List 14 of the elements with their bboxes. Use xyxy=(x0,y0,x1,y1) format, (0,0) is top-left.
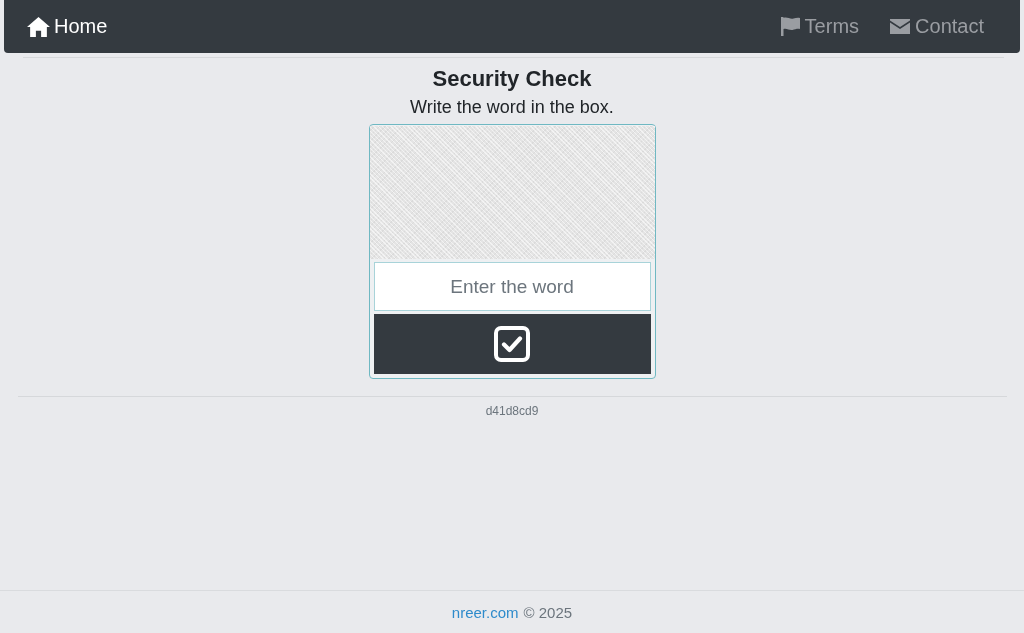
site-link[interactable]: nreer.com xyxy=(451,603,519,621)
nav-link[interactable]: Terms xyxy=(780,15,860,38)
page-title: Security Check xyxy=(432,66,592,92)
instruction-text: Write the word in the box. xyxy=(410,96,614,118)
submit-button[interactable] xyxy=(373,314,651,374)
envelope-icon xyxy=(890,19,911,34)
word-input[interactable]: Enter the word xyxy=(373,262,651,311)
home-icon xyxy=(27,16,50,37)
checkbox-check-icon xyxy=(494,326,530,362)
flag-icon xyxy=(780,17,800,36)
hash-text: d41d8cd9 xyxy=(485,403,539,419)
copyright-text: © 2025 xyxy=(523,603,573,621)
home-link[interactable]: Home xyxy=(27,15,108,38)
nav-link[interactable]: Contact xyxy=(890,15,984,38)
